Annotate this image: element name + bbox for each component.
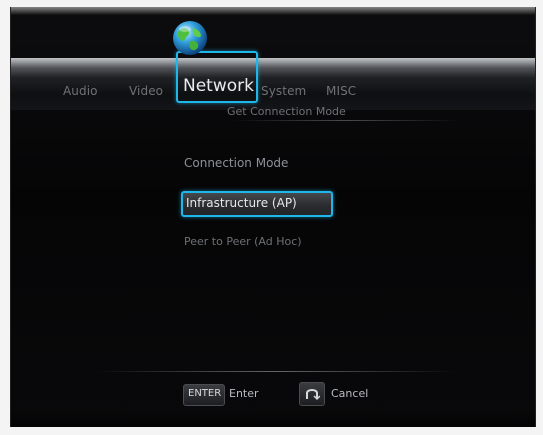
cancel-hint: Cancel [331,387,369,400]
tv-screen: Audio Video Network System MISC Get Conn… [10,7,536,427]
enter-key-label: ENTER [188,388,222,399]
option-infrastructure[interactable]: Infrastructure (AP) [181,191,333,217]
bottom-shade [11,407,535,427]
cancel-key-button[interactable] [299,382,325,406]
tab-system[interactable]: System [261,84,306,98]
tab-network[interactable]: Network [183,76,254,96]
option-peer-to-peer[interactable]: Peer to Peer (Ad Hoc) [184,235,302,248]
option-infrastructure-label: Infrastructure (AP) [186,196,297,210]
menu-bar-gloss [11,58,535,68]
globe-icon [173,21,207,55]
tab-audio[interactable]: Audio [63,84,98,98]
return-icon [306,389,320,401]
top-edge [11,7,535,15]
tab-misc[interactable]: MISC [326,84,356,98]
page-subtitle: Get Connection Mode [227,105,346,118]
subtitle-divider [231,120,461,121]
enter-hint: Enter [229,387,259,400]
page: Audio Video Network System MISC Get Conn… [0,0,543,435]
section-label: Connection Mode [184,156,289,170]
footer-divider [96,371,456,372]
tab-video[interactable]: Video [129,84,163,98]
enter-key-button[interactable]: ENTER [183,384,225,406]
